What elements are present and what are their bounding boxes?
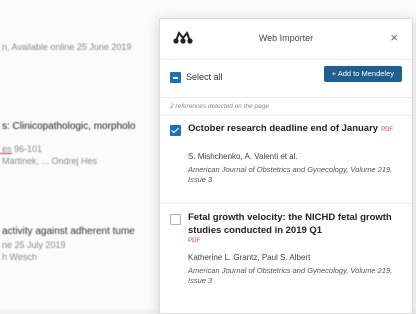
reference-authors: Katherine L. Grantz, Paul S. Albert [188,253,311,262]
reference-item[interactable]: October research deadline end of January… [160,122,412,206]
meta-divider [160,115,412,116]
bg-article-date-2: ne 25 July 2019 [2,240,66,250]
reference-title: October research deadline end of January… [188,122,398,137]
reference-checkbox[interactable] [170,125,181,136]
toolbar-divider [160,97,412,98]
references-count: 2 references detected on the page [170,103,270,110]
pdf-badge[interactable]: PDF [188,238,200,244]
reference-journal: American Journal of Obstetrics and Gynec… [188,266,393,285]
pdf-badge[interactable]: PDF [381,127,393,133]
reference-title-text: October research deadline end of January [188,123,379,134]
reference-authors: S. Mishchenko, A. Valenti et al. [188,152,298,161]
web-importer-popup: Web Importer × Select all + Add to Mende… [159,18,413,314]
popup-header: Web Importer × [160,19,412,60]
reference-item[interactable]: Fetal growth velocity: the NICHD fetal g… [160,211,412,311]
popup-toolbar: Select all + Add to Mendeley [160,59,412,99]
close-icon[interactable]: × [390,30,398,45]
add-to-mendeley-button[interactable]: + Add to Mendeley [323,66,402,82]
select-all-label[interactable]: Select all [186,72,223,82]
reference-divider [160,203,412,204]
bg-article-authors-2: h Wesch [2,252,37,262]
popup-title: Web Importer [258,33,314,43]
bg-article-date: n, Available online 25 June 2019 [2,42,132,52]
bg-marker [0,153,12,154]
select-all-checkbox[interactable] [170,72,181,83]
bg-article-authors: Martinek, ... Ondrej Hes [2,156,98,166]
bg-article-title-2[interactable]: activity against adherent tume [2,226,135,237]
bg-article-title[interactable]: s: Clinicopathologic, morpholo [2,121,135,132]
reference-checkbox[interactable] [170,214,181,225]
reference-journal: American Journal of Obstetrics and Gynec… [188,165,393,184]
reference-title: Fetal growth velocity: the NICHD fetal g… [188,212,392,236]
